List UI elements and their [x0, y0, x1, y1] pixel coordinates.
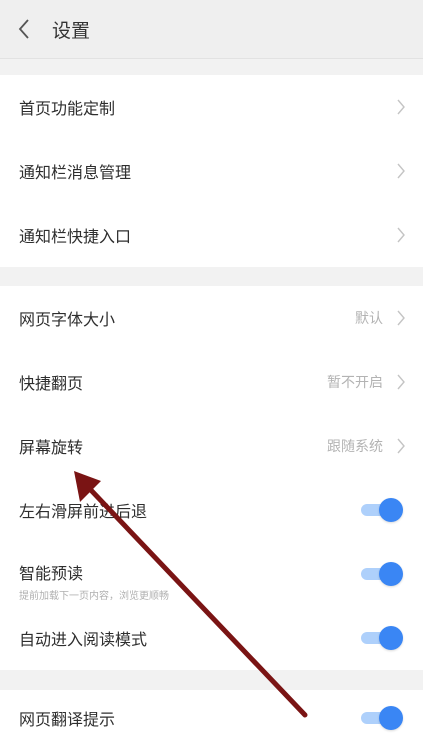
setting-label: 快捷翻页 [19, 374, 84, 393]
swipe-navigation-toggle[interactable] [361, 498, 403, 522]
settings-group-3: 网页翻译提示 [0, 690, 423, 754]
page-title: 设置 [52, 20, 91, 42]
setting-label: 首页功能定制 [19, 99, 116, 118]
back-arrow-icon[interactable] [10, 14, 40, 44]
chevron-right-icon [397, 227, 405, 243]
setting-row-smart-preload: 智能预读 提前加载下一页内容，浏览更顺畅 [0, 542, 423, 606]
setting-row-quick-page-turn[interactable]: 快捷翻页 暂不开启 [0, 350, 423, 414]
translation-prompt-toggle[interactable] [361, 706, 403, 730]
setting-row-home-customize[interactable]: 首页功能定制 [0, 75, 423, 139]
smart-preload-toggle[interactable] [361, 562, 403, 586]
setting-value: 暂不开启 [327, 375, 383, 391]
setting-row-notification-shortcut[interactable]: 通知栏快捷入口 [0, 203, 423, 267]
setting-label: 通知栏消息管理 [19, 163, 132, 182]
settings-group-2: 网页字体大小 默认 快捷翻页 暂不开启 屏幕旋转 跟随系统 左右滑屏前进后退 智… [0, 286, 423, 670]
setting-description: 提前加载下一页内容，浏览更顺畅 [19, 591, 169, 602]
chevron-right-icon [397, 374, 405, 390]
setting-row-translation-prompt: 网页翻译提示 [0, 690, 423, 754]
chevron-right-icon [397, 310, 405, 326]
setting-row-swipe-navigation: 左右滑屏前进后退 [0, 478, 423, 542]
setting-label: 屏幕旋转 [19, 438, 84, 457]
setting-value: 默认 [355, 311, 383, 327]
setting-label: 智能预读 [19, 564, 84, 583]
setting-row-auto-reader-mode: 自动进入阅读模式 [0, 606, 423, 670]
setting-label: 左右滑屏前进后退 [19, 502, 148, 521]
top-bar: 设置 [0, 0, 423, 59]
setting-row-notification-messages[interactable]: 通知栏消息管理 [0, 139, 423, 203]
setting-label: 通知栏快捷入口 [19, 227, 132, 246]
chevron-right-icon [397, 438, 405, 454]
settings-group-1: 首页功能定制 通知栏消息管理 通知栏快捷入口 [0, 75, 423, 267]
chevron-right-icon [397, 99, 405, 115]
setting-label: 网页字体大小 [19, 310, 116, 329]
setting-row-font-size[interactable]: 网页字体大小 默认 [0, 286, 423, 350]
setting-label: 自动进入阅读模式 [19, 630, 148, 649]
auto-reader-mode-toggle[interactable] [361, 626, 403, 650]
setting-label: 网页翻译提示 [19, 710, 116, 729]
chevron-right-icon [397, 163, 405, 179]
setting-value: 跟随系统 [327, 439, 383, 455]
setting-row-screen-rotation[interactable]: 屏幕旋转 跟随系统 [0, 414, 423, 478]
